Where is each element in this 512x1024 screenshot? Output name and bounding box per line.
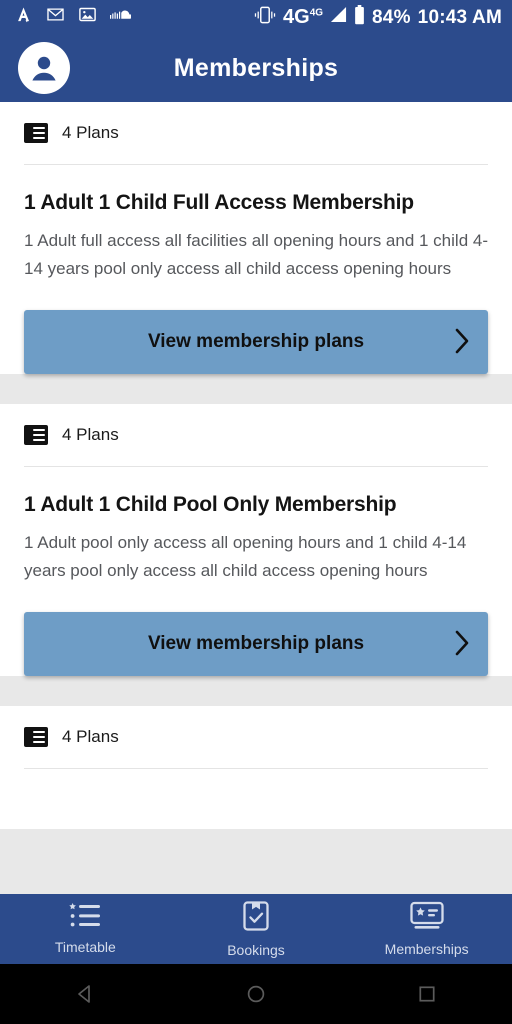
photos-icon [78,5,97,29]
membership-description: 1 Adult pool only access all opening hou… [24,533,467,580]
home-circle-icon[interactable] [171,983,342,1005]
clock-label: 10:43 AM [417,6,502,28]
recents-square-icon[interactable] [341,983,512,1005]
membership-card: 4 Plans [0,706,512,830]
plans-card-icon [24,425,48,446]
nav-label-memberships: Memberships [384,941,469,957]
nav-item-memberships[interactable]: Memberships [341,901,512,957]
network-type-label: 4G4G [283,6,324,28]
view-membership-plans-button[interactable]: View membership plans [24,612,488,677]
plans-card-icon [24,123,48,143]
clipboard-check-icon [241,900,271,937]
battery-percent-label: 84% [372,6,411,28]
soundcloud-icon [110,8,132,27]
gmail-icon [46,5,65,29]
plans-count-label: 4 Plans [62,425,119,445]
plans-count-row: 4 Plans [24,404,488,466]
phone-screen: 4G4G 84% 10:43 AM Memberships 4 Plans 1 … [0,0,512,1024]
status-bar-system-icons: 4G4G 84% 10:43 AM [254,4,502,30]
membership-card: 4 Plans 1 Adult 1 Child Full Access Memb… [0,102,512,375]
membership-card-icon [409,901,445,936]
status-bar-notification-icons [14,5,132,29]
bottom-navigation: Timetable Bookings Memberships [0,894,512,964]
membership-description: 1 Adult full access all facilities all o… [24,231,488,278]
view-membership-plans-label: View membership plans [147,633,365,655]
memberships-list[interactable]: 4 Plans 1 Adult 1 Child Full Access Memb… [0,102,512,904]
membership-title: 1 Adult 1 Child Pool Only Membership [24,493,397,517]
nav-item-timetable[interactable]: Timetable [0,903,171,955]
membership-title: 1 Adult 1 Child Full Access Membership [24,191,414,214]
android-system-nav [0,964,512,1024]
account-avatar-icon[interactable] [18,42,70,94]
signal-bars-icon [330,6,347,28]
view-membership-plans-label: View membership plans [147,331,365,353]
status-bar: 4G4G 84% 10:43 AM [0,0,512,34]
membership-card: 4 Plans 1 Adult 1 Child Pool Only Member… [0,404,512,677]
page-title: Memberships [173,53,339,82]
plans-count-label: 4 Plans [62,727,119,747]
vibrate-icon [254,5,276,30]
view-membership-plans-button[interactable]: View membership plans [24,310,488,375]
adobe-acrobat-icon [14,5,33,29]
app-header: Memberships [0,34,512,102]
plans-count-row: 4 Plans [24,706,488,768]
nav-label-bookings: Bookings [227,942,285,958]
list-star-icon [68,903,102,934]
plans-count-row: 4 Plans [24,102,488,164]
nav-label-timetable: Timetable [54,939,116,955]
back-triangle-icon[interactable] [0,983,171,1005]
plans-count-label: 4 Plans [62,123,119,142]
battery-icon [354,4,365,30]
nav-item-bookings[interactable]: Bookings [171,900,342,958]
plans-card-icon [24,727,48,748]
